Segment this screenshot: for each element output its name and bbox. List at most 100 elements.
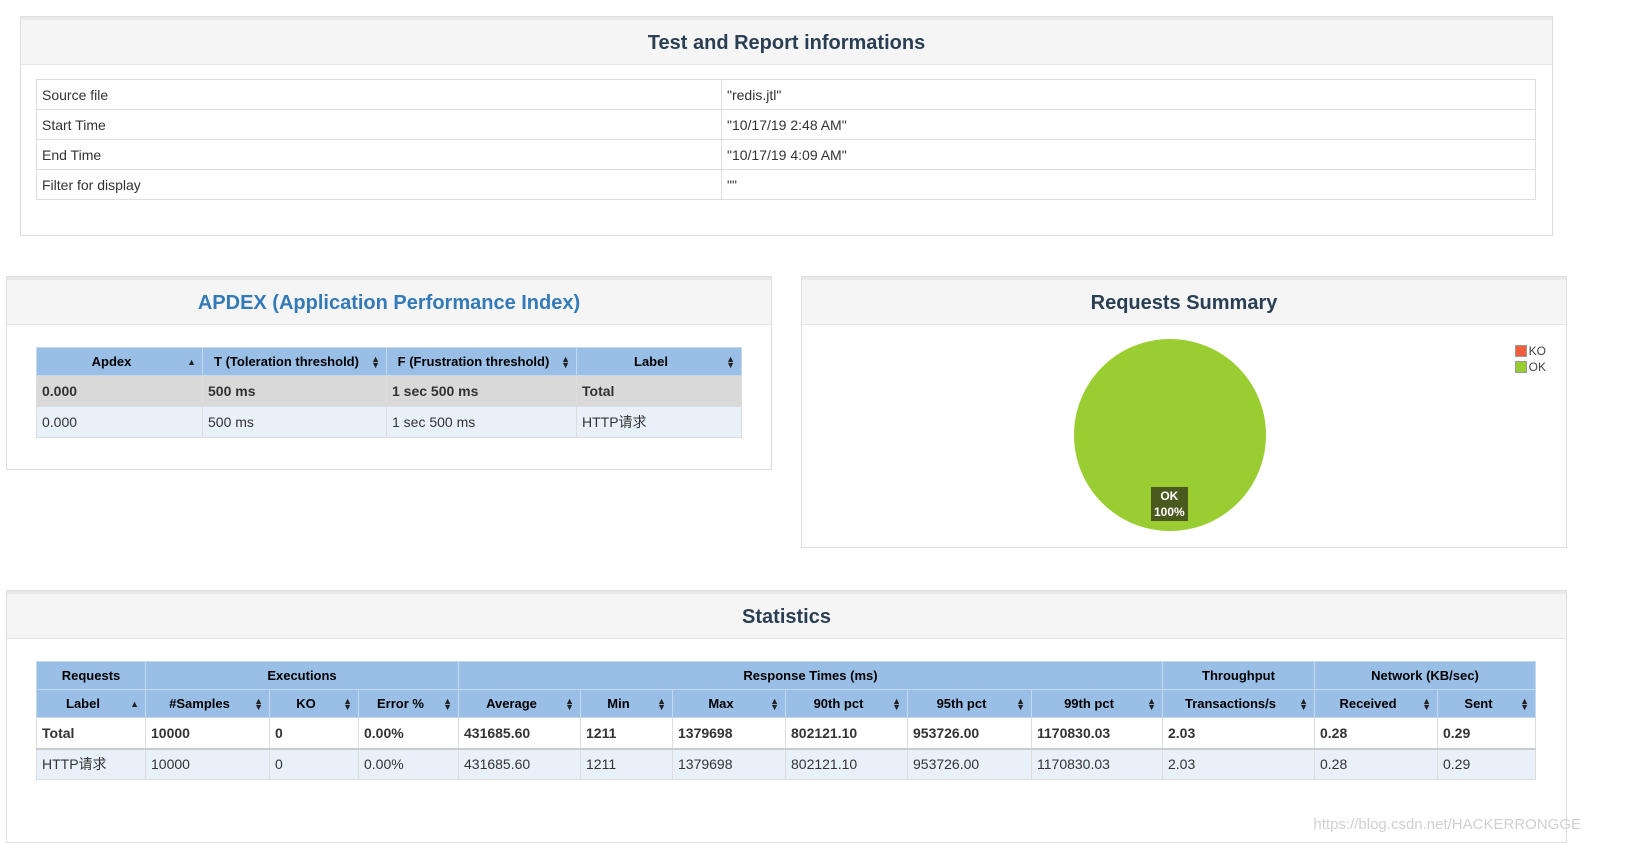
column-header-label: F (Frustration threshold) bbox=[397, 354, 550, 369]
info-row-source-file: Source file "redis.jtl" bbox=[36, 79, 1536, 110]
stats-col-ko[interactable]: KO ▲ ▼ bbox=[269, 689, 359, 718]
table-cell: 0.28 bbox=[1314, 748, 1438, 780]
requests-summary-panel: Requests Summary OK 100% KO OK bbox=[801, 276, 1567, 548]
info-row-filter: Filter for display "" bbox=[36, 169, 1536, 200]
stats-col-label[interactable]: Label ▲ bbox=[36, 689, 146, 718]
column-header-label: Sent bbox=[1464, 696, 1493, 711]
sort-both-icon: ▲ ▼ bbox=[371, 353, 380, 370]
legend-label: OK bbox=[1528, 360, 1546, 374]
column-header-label: Transactions/s bbox=[1184, 696, 1277, 711]
requests-summary-title: Requests Summary bbox=[802, 277, 1566, 325]
pie-chart: OK 100% bbox=[1072, 337, 1268, 533]
legend-swatch bbox=[1514, 361, 1527, 373]
sort-asc-icon: ▲ bbox=[130, 698, 139, 709]
stats-col-95th[interactable]: 95th pct ▲ ▼ bbox=[907, 689, 1032, 718]
table-cell: 1379698 bbox=[672, 748, 786, 780]
table-cell: 0.29 bbox=[1437, 748, 1536, 780]
info-value: "" bbox=[721, 169, 1536, 200]
table-cell: 10000 bbox=[145, 717, 270, 750]
stats-group-row: Requests Executions Response Times (ms) … bbox=[36, 661, 1536, 690]
legend-swatch bbox=[1514, 345, 1527, 357]
table-cell: 1170830.03 bbox=[1031, 717, 1163, 750]
apdex-header-row: Apdex ▲ T (Toleration threshold) ▲ ▼ F (F… bbox=[36, 347, 742, 376]
apdex-table: Apdex ▲ T (Toleration threshold) ▲ ▼ F (F… bbox=[36, 347, 742, 438]
stats-col-samples[interactable]: #Samples ▲ ▼ bbox=[145, 689, 270, 718]
sort-both-icon: ▲ ▼ bbox=[657, 695, 666, 712]
apdex-col-frustration[interactable]: F (Frustration threshold) ▲ ▼ bbox=[386, 347, 577, 376]
sort-both-icon: ▲ ▼ bbox=[343, 695, 352, 712]
info-key: End Time bbox=[36, 139, 722, 170]
sort-both-icon: ▲ ▼ bbox=[1520, 695, 1529, 712]
stats-col-max[interactable]: Max ▲ ▼ bbox=[672, 689, 786, 718]
column-header-label: Received bbox=[1339, 696, 1397, 711]
pie-legend: KO OK bbox=[1514, 343, 1546, 375]
group-response-times: Response Times (ms) bbox=[458, 661, 1163, 690]
column-header-label: KO bbox=[296, 696, 316, 711]
group-network: Network (KB/sec) bbox=[1314, 661, 1536, 690]
table-cell: 0.00% bbox=[358, 748, 459, 780]
table-cell: 0.000 bbox=[36, 406, 203, 438]
table-cell: Total bbox=[36, 717, 146, 750]
info-value: "10/17/19 4:09 AM" bbox=[721, 139, 1536, 170]
table-cell: 2.03 bbox=[1162, 748, 1315, 780]
column-header-label: T (Toleration threshold) bbox=[214, 354, 359, 369]
table-cell: 802121.10 bbox=[785, 748, 908, 780]
table-cell: 431685.60 bbox=[458, 717, 581, 750]
pie-slice-label: OK 100% bbox=[1151, 487, 1188, 521]
info-key: Source file bbox=[36, 79, 722, 110]
stats-col-sent[interactable]: Sent ▲ ▼ bbox=[1437, 689, 1536, 718]
table-cell: 1170830.03 bbox=[1031, 748, 1163, 780]
table-cell: 802121.10 bbox=[785, 717, 908, 750]
sort-both-icon: ▲ ▼ bbox=[443, 695, 452, 712]
table-cell: 1211 bbox=[580, 717, 673, 750]
apdex-total-row: 0.000 500 ms 1 sec 500 ms Total bbox=[36, 375, 742, 407]
legend-item-ok[interactable]: OK bbox=[1514, 359, 1546, 375]
table-cell: HTTP请求 bbox=[36, 748, 146, 780]
info-value: "redis.jtl" bbox=[721, 79, 1536, 110]
apdex-data-row: 0.000 500 ms 1 sec 500 ms HTTP请求 bbox=[36, 406, 742, 438]
stats-col-min[interactable]: Min ▲ ▼ bbox=[580, 689, 673, 718]
column-header-label: 99th pct bbox=[1064, 696, 1114, 711]
sort-both-icon: ▲ ▼ bbox=[1299, 695, 1308, 712]
column-header-label: 95th pct bbox=[936, 696, 987, 711]
stats-col-received[interactable]: Received ▲ ▼ bbox=[1314, 689, 1438, 718]
group-executions: Executions bbox=[145, 661, 459, 690]
sort-both-icon: ▲ ▼ bbox=[565, 695, 574, 712]
watermark: https://blog.csdn.net/HACKERRONGGE bbox=[1313, 816, 1581, 833]
table-cell: 1379698 bbox=[672, 717, 786, 750]
group-throughput: Throughput bbox=[1162, 661, 1315, 690]
stats-col-90th[interactable]: 90th pct ▲ ▼ bbox=[785, 689, 908, 718]
table-cell: 953726.00 bbox=[907, 748, 1032, 780]
sort-asc-icon: ▲ bbox=[187, 356, 196, 367]
stats-col-99th[interactable]: 99th pct ▲ ▼ bbox=[1031, 689, 1163, 718]
info-key: Filter for display bbox=[36, 169, 722, 200]
statistics-panel: Statistics Requests Executions Response … bbox=[6, 590, 1567, 843]
column-header-label: Min bbox=[607, 696, 630, 711]
apdex-title: APDEX (Application Performance Index) bbox=[7, 277, 771, 325]
table-cell: 500 ms bbox=[202, 375, 387, 407]
column-header-label: Apdex bbox=[91, 354, 132, 369]
column-header-label: Label bbox=[66, 696, 100, 711]
sort-both-icon: ▲ ▼ bbox=[1422, 695, 1431, 712]
stats-col-transactions[interactable]: Transactions/s ▲ ▼ bbox=[1162, 689, 1315, 718]
info-row-end-time: End Time "10/17/19 4:09 AM" bbox=[36, 139, 1536, 170]
apdex-col-label[interactable]: Label ▲ ▼ bbox=[576, 347, 742, 376]
table-cell: 0.00% bbox=[358, 717, 459, 750]
column-header-label: #Samples bbox=[169, 696, 230, 711]
stats-header-row: Label ▲ #Samples ▲ ▼ KO ▲ ▼ Error % ▲ ▼ Ave… bbox=[36, 689, 1536, 718]
table-cell: Total bbox=[576, 375, 742, 407]
stats-col-error[interactable]: Error % ▲ ▼ bbox=[358, 689, 459, 718]
table-cell: 0.000 bbox=[36, 375, 203, 407]
apdex-col-toleration[interactable]: T (Toleration threshold) ▲ ▼ bbox=[202, 347, 387, 376]
table-cell: HTTP请求 bbox=[576, 406, 742, 438]
info-value: "10/17/19 2:48 AM" bbox=[721, 109, 1536, 140]
column-header-label: Error % bbox=[377, 696, 424, 711]
legend-item-ko[interactable]: KO bbox=[1514, 343, 1546, 359]
pie-slice-percent: 100% bbox=[1154, 505, 1185, 519]
report-info-table: Source file "redis.jtl" Start Time "10/1… bbox=[36, 79, 1536, 200]
info-key: Start Time bbox=[36, 109, 722, 140]
sort-both-icon: ▲ ▼ bbox=[254, 695, 263, 712]
sort-both-icon: ▲ ▼ bbox=[770, 695, 779, 712]
apdex-col-apdex[interactable]: Apdex ▲ bbox=[36, 347, 203, 376]
stats-col-average[interactable]: Average ▲ ▼ bbox=[458, 689, 581, 718]
